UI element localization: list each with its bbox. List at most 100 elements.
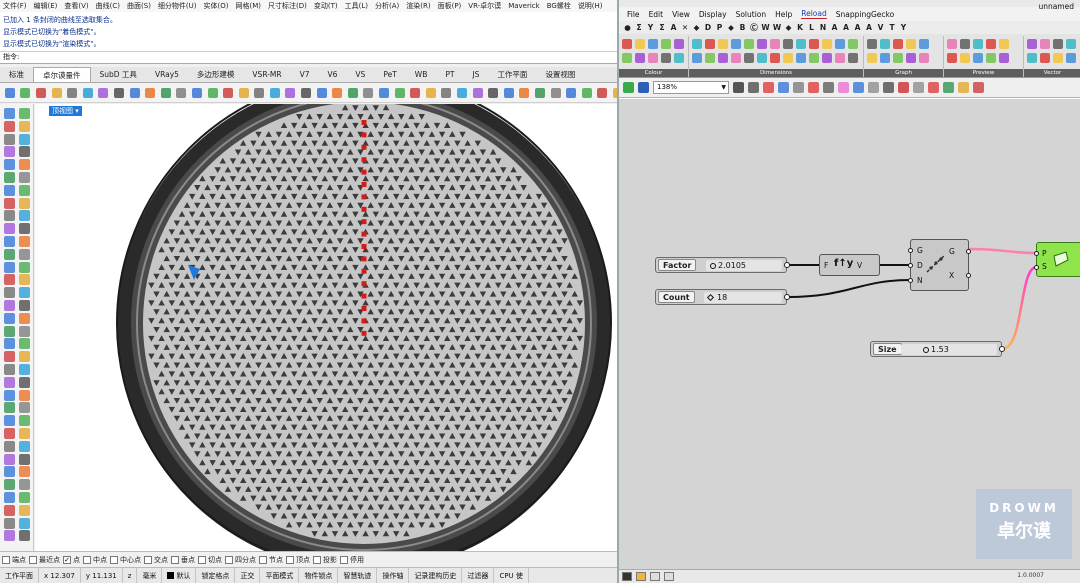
component-icon[interactable] [973,53,983,63]
checkbox[interactable] [171,555,179,564]
tool-icon[interactable] [19,325,30,337]
tool-icon[interactable] [441,88,452,98]
tool-icon[interactable] [19,120,30,132]
tool-icon[interactable] [207,88,218,98]
command-prompt[interactable]: 指令: [0,52,617,64]
component-icon[interactable] [674,39,684,49]
component-icon[interactable] [744,53,754,63]
tool-icon[interactable] [176,88,187,98]
status-cell[interactable]: 记录建构历史 [409,568,463,583]
input-grip[interactable] [908,248,913,253]
gh-menu-item[interactable]: SnappingGecko [836,10,894,19]
tool-icon[interactable] [4,504,15,516]
component-icon[interactable] [1040,53,1050,63]
tool-icon[interactable] [4,415,15,427]
tool-icon[interactable] [19,210,30,222]
menu-item[interactable]: 网格(M) [236,1,262,11]
checkbox[interactable] [259,555,267,564]
plugin-tab-icon[interactable]: W [761,23,770,32]
menu-item[interactable]: Maverick [508,2,540,10]
gh-menu-item[interactable]: View [672,10,690,19]
tab-item[interactable]: PT [436,67,463,82]
tool-icon[interactable] [223,88,234,98]
osnap-item[interactable]: 停用 [340,555,364,565]
osnap-item[interactable]: 交点 [144,555,168,565]
slider-grip-icon[interactable] [923,346,929,353]
gh-menu-item[interactable]: Solution [736,10,767,19]
plugin-tab-icon[interactable]: Σ [635,23,644,32]
tool-icon[interactable] [19,492,30,503]
canvas-tool-icon[interactable] [748,82,759,93]
gh-menu-item[interactable]: File [627,10,640,19]
plugin-tab-icon[interactable]: Y [899,23,908,32]
component-icon[interactable] [999,53,1009,63]
open-file-icon[interactable] [623,82,634,93]
ribbon-panel-title[interactable]: Colour [619,69,688,77]
tab-item[interactable]: V6 [319,67,347,82]
menu-item[interactable]: 变动(T) [314,1,338,11]
tool-icon[interactable] [19,530,30,542]
checkbox[interactable] [340,555,348,564]
tool-icon[interactable] [550,88,561,98]
component-icon[interactable] [1066,53,1076,63]
menu-item[interactable]: 查看(V) [64,1,88,11]
status-cell[interactable]: 过滤器 [462,568,495,583]
ribbon-panel-title[interactable]: Dimensions [689,69,863,77]
tab-item[interactable]: PeT [374,67,405,82]
osnap-item[interactable]: 中点 [83,555,107,565]
tool-icon[interactable] [4,236,15,247]
tool-icon[interactable] [19,300,30,311]
plugin-tab-icon[interactable]: ◆ [727,23,736,32]
tool-icon[interactable] [19,274,30,286]
tool-icon[interactable] [19,364,30,375]
tool-icon[interactable] [19,133,30,145]
tool-icon[interactable] [269,88,280,98]
component-icon[interactable] [848,39,858,49]
tool-icon[interactable] [4,223,15,235]
component-icon[interactable] [809,39,819,49]
tool-icon[interactable] [301,88,312,98]
osnap-item[interactable]: 四分点 [225,555,256,565]
plugin-tab-icon[interactable]: Y [646,23,655,32]
component-icon[interactable] [906,39,916,49]
tool-icon[interactable] [19,453,30,465]
tool-icon[interactable] [19,197,30,209]
plugin-tab-icon[interactable]: A [669,23,678,32]
tool-icon[interactable] [4,338,15,350]
component-icon[interactable] [848,53,858,63]
tool-icon[interactable] [363,88,374,98]
component-icon[interactable] [648,39,658,49]
status-cell[interactable]: 正交 [235,568,261,583]
component-icon[interactable] [947,53,957,63]
status-cell[interactable]: 平面模式 [260,568,300,583]
checkbox[interactable] [286,555,294,564]
tab-item[interactable]: VSR-MR [243,67,290,82]
tool-icon[interactable] [4,300,15,311]
size-slider-track[interactable]: 1.53 [901,344,997,355]
component-icon[interactable] [919,53,929,63]
tool-icon[interactable] [4,466,15,478]
factor-slider[interactable]: Factor 2.0105 [655,257,790,273]
component-icon[interactable] [960,39,970,49]
checkbox[interactable] [198,555,206,564]
component-icon[interactable] [622,53,632,63]
tool-icon[interactable] [4,159,15,171]
component-icon[interactable] [835,39,845,49]
tool-icon[interactable] [457,88,468,98]
tool-icon[interactable] [35,88,46,98]
tool-icon[interactable] [19,287,30,299]
component-icon[interactable] [893,39,903,49]
status-cell[interactable]: 锁定格点 [196,568,236,583]
tool-icon[interactable] [19,504,30,516]
status-cell[interactable]: 操作轴 [377,568,410,583]
tool-icon[interactable] [160,88,171,98]
viewport-title[interactable]: 顶视图 ▾ [49,106,82,116]
canvas-tool-icon[interactable] [808,82,819,93]
tool-icon[interactable] [67,88,78,98]
tool-icon[interactable] [19,376,30,388]
component-icon[interactable] [1066,39,1076,49]
tool-icon[interactable] [19,440,30,452]
plugin-tab-icon[interactable]: D [704,23,713,32]
component-icon[interactable] [893,53,903,63]
canvas-tool-icon[interactable] [823,82,834,93]
